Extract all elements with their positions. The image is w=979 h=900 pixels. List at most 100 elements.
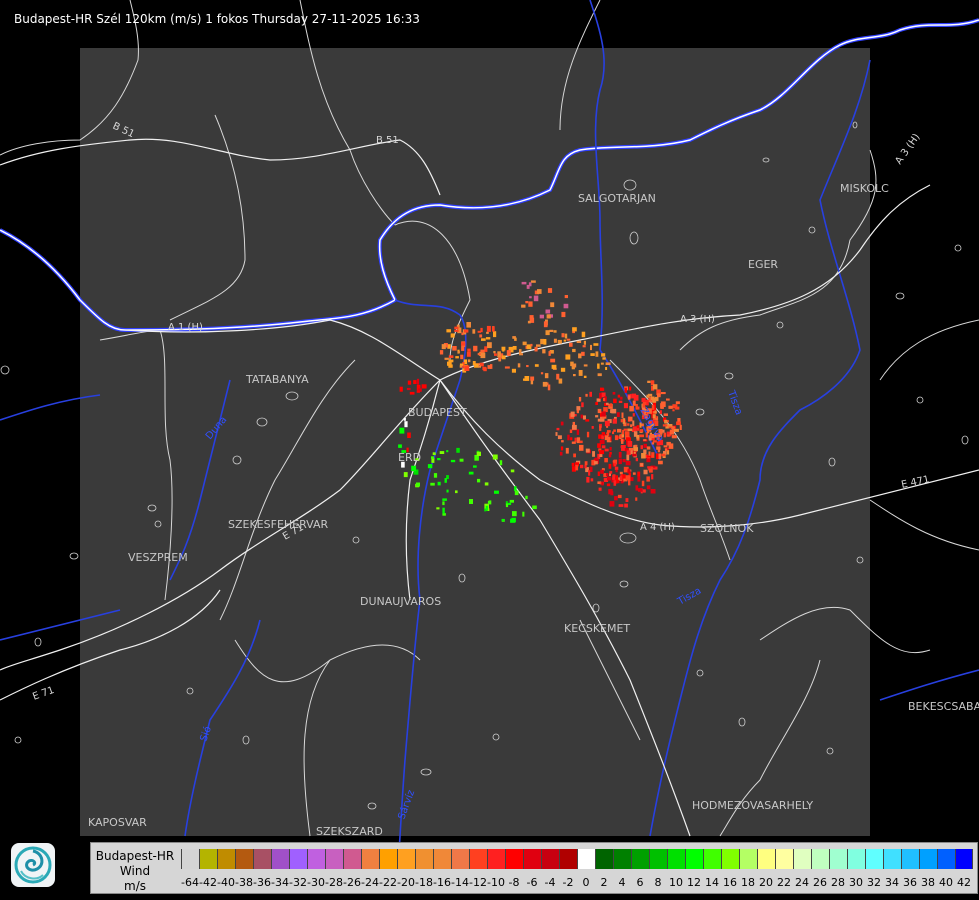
- radar-echo-cell: [583, 340, 586, 345]
- radar-echo-cell: [564, 295, 568, 299]
- radar-echo-cell: [673, 428, 679, 432]
- legend-swatch: [235, 849, 253, 869]
- radar-echo-cell: [612, 474, 616, 480]
- radar-echo-cell: [532, 505, 537, 510]
- radar-echo-cell: [533, 295, 539, 302]
- radar-echo-cell: [586, 476, 590, 483]
- radar-echo-cell: [530, 343, 533, 347]
- radar-echo-cell: [663, 413, 668, 416]
- city-label-hodmezovasarhely: HODMEZOVASARHELY: [692, 799, 813, 812]
- radar-echo-cell: [406, 387, 411, 391]
- radar-echo-cell: [509, 499, 514, 503]
- legend-swatch: [757, 849, 775, 869]
- radar-echo-cell: [460, 354, 464, 360]
- radar-echo-cell: [551, 364, 557, 369]
- radar-echo-cell: [597, 443, 601, 448]
- radar-echo-cell: [647, 380, 651, 383]
- radar-echo-cell: [612, 460, 615, 463]
- radar-echo-cell: [666, 441, 671, 446]
- radar-echo-cell: [632, 400, 636, 406]
- radar-echo-cell: [407, 432, 411, 438]
- radar-echo-cell: [572, 327, 577, 332]
- radar-echo-cell: [584, 464, 587, 469]
- legend-swatch: [739, 849, 757, 869]
- radar-echo-cell: [648, 468, 652, 471]
- radar-title: Budapest-HR Szél 120km (m/s) 1 fokos Thu…: [14, 12, 420, 26]
- radar-echo-cell: [576, 340, 582, 343]
- radar-echo-cell: [561, 333, 565, 338]
- radar-echo-cell: [612, 418, 617, 424]
- radar-echo-cell: [468, 471, 474, 475]
- radar-echo-cell: [604, 420, 610, 427]
- radar-echo-cell: [536, 344, 541, 347]
- radar-echo-cell: [528, 301, 533, 307]
- city-label-bekescsaba: BEKESCSABA: [908, 700, 979, 713]
- wind-legend: Budapest-HR Wind m/s -64 -42 -40 -38 -36 -34-…: [90, 842, 978, 894]
- city-label-erd: ERD: [398, 451, 421, 464]
- radar-echo-cell: [578, 353, 582, 359]
- legend-swatch: [811, 849, 829, 869]
- radar-echo-cell: [606, 430, 611, 433]
- legend-swatch: [289, 849, 307, 869]
- legend-swatch: [595, 849, 613, 869]
- radar-echo-cell: [550, 358, 556, 363]
- radar-echo-cell: [444, 478, 447, 483]
- radar-echo-cell: [570, 437, 573, 441]
- legend-title: Budapest-HR: [95, 849, 175, 863]
- radar-echo-cell: [545, 330, 550, 336]
- radar-echo-cell: [482, 366, 487, 371]
- legend-quantity: Wind: [119, 864, 151, 878]
- radar-echo-cell: [608, 463, 612, 469]
- radar-echo-cell: [609, 447, 612, 451]
- radar-echo-cell: [494, 353, 497, 356]
- radar-echo-cell: [564, 333, 568, 339]
- radar-echo-cell: [585, 419, 590, 422]
- radar-echo-cell: [637, 471, 641, 477]
- radar-echo-cell: [613, 398, 617, 404]
- radar-echo-cell: [627, 423, 630, 426]
- radar-echo-cell: [600, 388, 605, 391]
- radar-echo-cell: [477, 478, 481, 483]
- radar-echo-cell: [601, 411, 606, 417]
- legend-swatch: [307, 849, 325, 869]
- radar-echo-cell: [632, 420, 635, 426]
- road-label-a3: A 3 (H): [680, 314, 715, 325]
- radar-echo-cell: [599, 392, 602, 399]
- radar-echo-cell: [635, 497, 638, 501]
- radar-echo-cell: [565, 354, 571, 360]
- radar-echo-cell: [617, 479, 620, 484]
- radar-echo-cell: [580, 464, 584, 469]
- radar-echo-cell: [626, 454, 630, 461]
- radar-echo-cell: [679, 424, 682, 430]
- radar-echo-cell: [648, 451, 651, 456]
- radar-echo-cell: [479, 334, 483, 338]
- legend-swatch: [415, 849, 433, 869]
- radar-echo-cell: [561, 311, 566, 318]
- city-label-eger: EGER: [748, 258, 778, 271]
- radar-echo-cell: [641, 480, 645, 487]
- radar-echo-cell: [493, 351, 496, 354]
- city-label-szolnok: SZOLNOK: [700, 522, 754, 535]
- radar-echo-cell: [632, 413, 635, 417]
- legend-swatch: [271, 849, 289, 869]
- road-label-e71-west: E 71: [31, 685, 56, 703]
- radar-echo-cell: [646, 485, 651, 490]
- radar-echo-cell: [620, 419, 624, 423]
- radar-echo-cell: [601, 481, 604, 486]
- radar-echo-cell: [481, 338, 486, 341]
- legend-swatch: [505, 849, 523, 869]
- radar-echo-cell: [546, 314, 551, 319]
- radar-echo-cell: [456, 447, 460, 453]
- radar-echo-cell: [583, 364, 588, 367]
- radar-echo-cell: [621, 412, 624, 419]
- radar-echo-cell: [548, 351, 551, 356]
- radar-echo-cell: [654, 410, 657, 414]
- radar-echo-cell: [572, 424, 577, 430]
- radar-echo-cell: [409, 391, 415, 395]
- radar-echo-cell: [579, 444, 584, 451]
- radar-echo-cell: [530, 380, 534, 385]
- radar-echo-cell: [643, 439, 647, 442]
- legend-swatch: [901, 849, 919, 869]
- legend-swatch: [793, 849, 811, 869]
- radar-echo-cell: [442, 507, 445, 514]
